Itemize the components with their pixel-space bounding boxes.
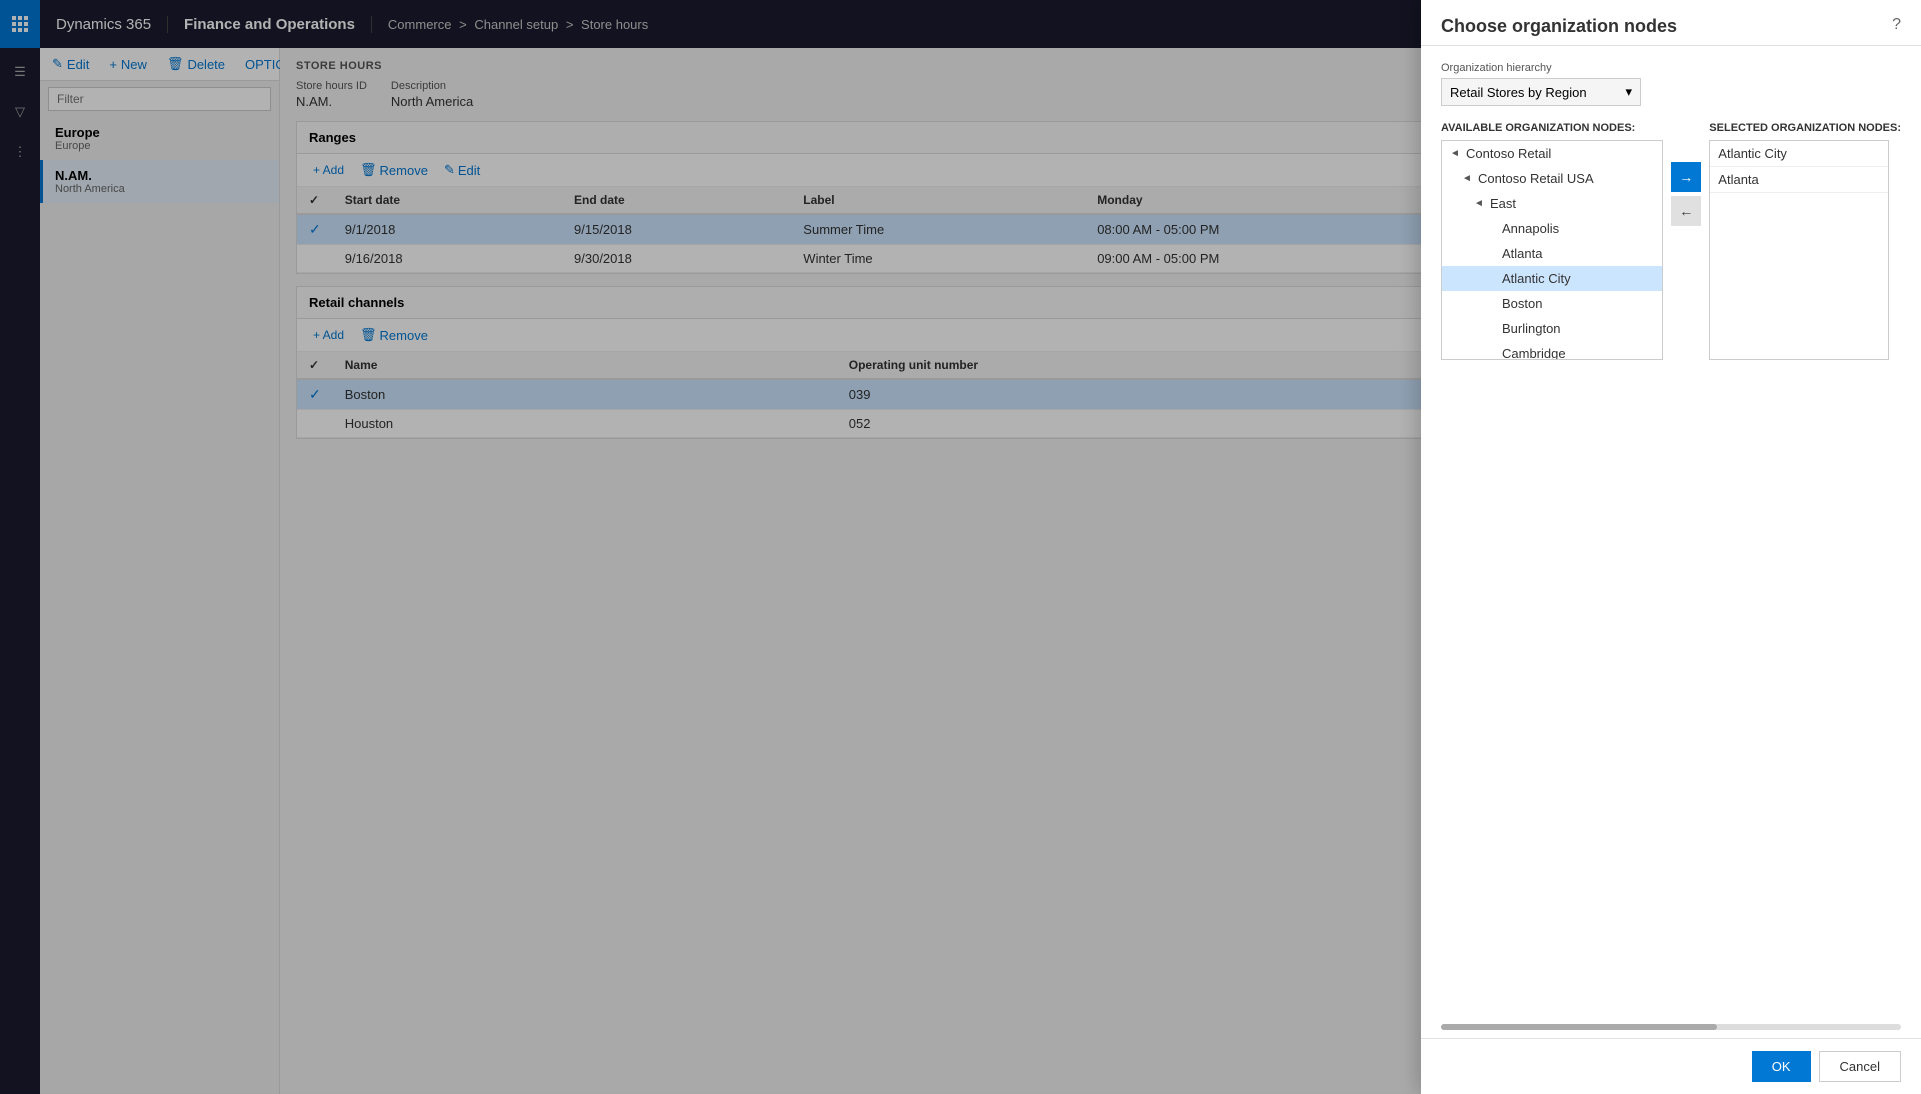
selected-panel: Atlantic CityAtlanta <box>1709 140 1889 360</box>
ok-button[interactable]: OK <box>1752 1051 1811 1082</box>
dialog-title: Choose organization nodes <box>1441 16 1677 37</box>
remove-node-button[interactable]: ← <box>1671 196 1701 226</box>
dialog-scrollbar-thumb <box>1441 1024 1717 1030</box>
tree-item[interactable]: Atlantic City <box>1442 266 1662 291</box>
tree-item[interactable]: Annapolis <box>1442 216 1662 241</box>
tree-collapse-icon: ◄ <box>1474 198 1486 209</box>
org-tree: ◄ Contoso Retail ◄ Contoso Retail USA ◄ … <box>1441 140 1663 360</box>
selected-item[interactable]: Atlantic City <box>1710 141 1888 167</box>
hierarchy-label: Organization hierarchy <box>1441 62 1901 74</box>
tree-item[interactable]: Cambridge <box>1442 341 1662 360</box>
tree-item[interactable]: Boston <box>1442 291 1662 316</box>
available-org-panel: AVAILABLE ORGANIZATION NODES: ◄ Contoso … <box>1441 122 1663 360</box>
selected-org-panel: SELECTED ORGANIZATION NODES: Atlantic Ci… <box>1709 122 1901 360</box>
org-nodes-layout: AVAILABLE ORGANIZATION NODES: ◄ Contoso … <box>1441 122 1901 360</box>
dialog-footer: OK Cancel <box>1421 1038 1921 1094</box>
tree-item[interactable]: ◄ East <box>1442 191 1662 216</box>
dialog-scrollbar[interactable] <box>1441 1024 1901 1030</box>
tree-item-label: Contoso Retail <box>1466 146 1551 161</box>
tree-collapse-icon: ◄ <box>1450 148 1462 159</box>
dialog-close-button[interactable]: ? <box>1892 16 1901 34</box>
tree-item-label: Boston <box>1502 296 1542 311</box>
org-arrow-buttons: → ← <box>1663 122 1709 226</box>
choose-org-nodes-dialog: Choose organization nodes ? Organization… <box>1421 0 1921 1094</box>
tree-item[interactable]: ◄ Contoso Retail <box>1442 141 1662 166</box>
tree-item[interactable]: Burlington <box>1442 316 1662 341</box>
add-node-button[interactable]: → <box>1671 162 1701 192</box>
tree-item-label: Atlantic City <box>1502 271 1571 286</box>
tree-item-label: Cambridge <box>1502 346 1566 360</box>
selected-label: SELECTED ORGANIZATION NODES: <box>1709 122 1901 134</box>
dialog-header: Choose organization nodes ? <box>1421 0 1921 46</box>
cancel-button[interactable]: Cancel <box>1819 1051 1901 1082</box>
tree-collapse-icon: ◄ <box>1462 173 1474 184</box>
selected-item[interactable]: Atlanta <box>1710 167 1888 193</box>
dialog-body: Organization hierarchy Retail Stores by … <box>1421 46 1921 547</box>
hierarchy-select[interactable]: Retail Stores by Region ▾ <box>1441 78 1641 106</box>
chevron-down-icon: ▾ <box>1625 84 1632 100</box>
tree-item[interactable]: Atlanta <box>1442 241 1662 266</box>
available-label: AVAILABLE ORGANIZATION NODES: <box>1441 122 1663 134</box>
tree-item-label: Contoso Retail USA <box>1478 171 1594 186</box>
tree-item-label: Burlington <box>1502 321 1561 336</box>
tree-item-label: Atlanta <box>1502 246 1542 261</box>
tree-item[interactable]: ◄ Contoso Retail USA <box>1442 166 1662 191</box>
tree-item-label: Annapolis <box>1502 221 1559 236</box>
tree-item-label: East <box>1490 196 1516 211</box>
